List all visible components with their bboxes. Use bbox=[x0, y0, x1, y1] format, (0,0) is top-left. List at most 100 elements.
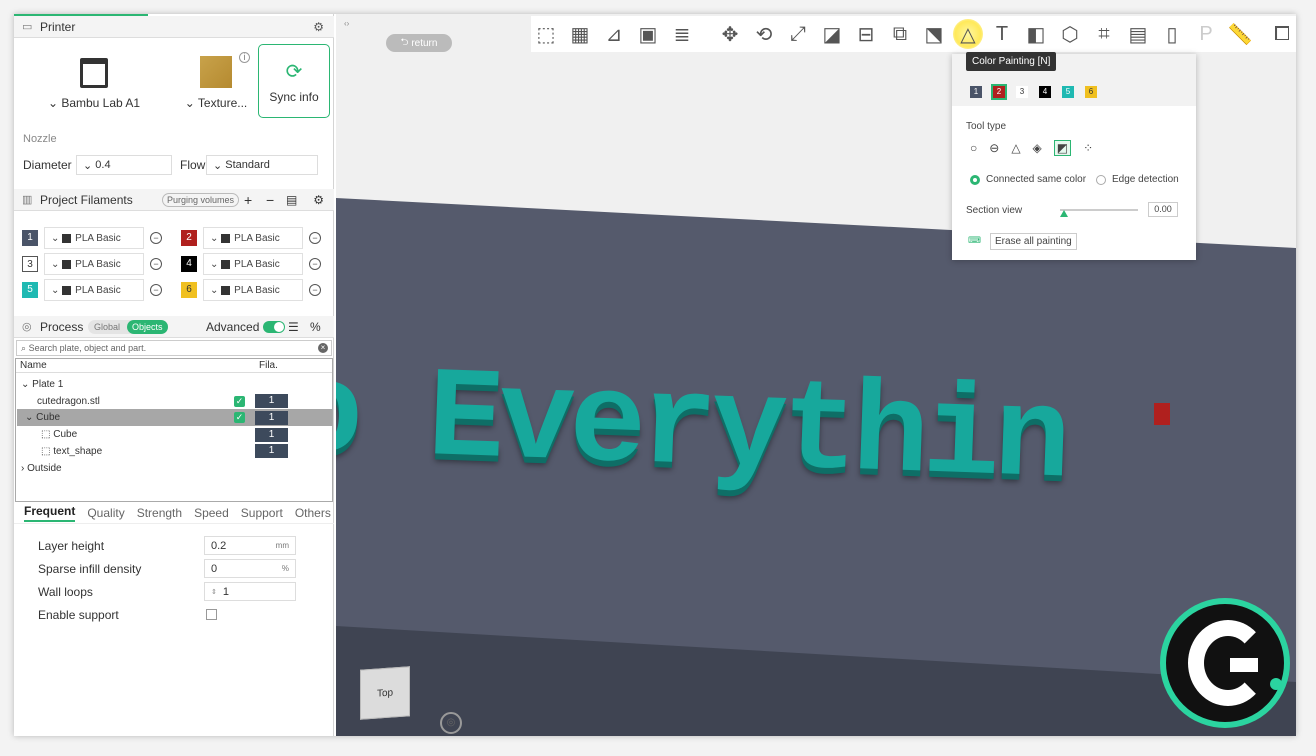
paint-color-swatch[interactable]: 2 bbox=[991, 84, 1007, 100]
assemble-view-icon[interactable]: ⧠ bbox=[1267, 19, 1296, 49]
tab-quality[interactable]: Quality bbox=[87, 506, 124, 520]
filament-item[interactable]: 5 ⌄ PLA Basic − bbox=[22, 279, 162, 301]
tree-row[interactable]: cutedragon.stl ✓ 1 bbox=[17, 393, 333, 410]
visible-checkbox[interactable]: ✓ bbox=[234, 395, 245, 407]
info-icon[interactable]: i bbox=[239, 52, 250, 63]
move-icon[interactable]: ✥ bbox=[715, 19, 745, 49]
edge-option[interactable]: Edge detection bbox=[1096, 174, 1179, 185]
filament-index[interactable]: 1 bbox=[255, 394, 288, 409]
filament-index[interactable]: 1 bbox=[255, 444, 288, 459]
tree-row[interactable]: ⬚ text_shape 1 bbox=[17, 443, 333, 460]
section-slider[interactable] bbox=[1060, 209, 1138, 211]
filament-select[interactable]: ⌄ PLA Basic bbox=[203, 279, 303, 301]
tab-support[interactable]: Support bbox=[241, 506, 283, 520]
remove-filament-icon[interactable]: − bbox=[150, 258, 162, 270]
paint-color-swatch[interactable]: 4 bbox=[1039, 86, 1051, 98]
filament-item[interactable]: 6 ⌄ PLA Basic − bbox=[181, 279, 321, 301]
infill-input[interactable]: 0% bbox=[204, 559, 296, 578]
gear-icon[interactable]: ⚙ bbox=[313, 20, 324, 34]
view-cube[interactable]: Top bbox=[360, 666, 410, 720]
tab-strength[interactable]: Strength bbox=[137, 506, 182, 520]
filament-index[interactable]: 1 bbox=[255, 427, 288, 442]
filament-item[interactable]: 4 ⌄ PLA Basic − bbox=[181, 253, 321, 275]
filament-select[interactable]: ⌄ PLA Basic bbox=[44, 279, 144, 301]
assembly-icon[interactable]: ⌗ bbox=[1089, 19, 1119, 49]
filament-number[interactable]: 2 bbox=[181, 230, 197, 246]
layer-height-input[interactable]: 0.2 mm bbox=[204, 536, 296, 555]
mesh-icon[interactable]: ▯ bbox=[1157, 19, 1187, 49]
color-painting-icon[interactable]: △ bbox=[953, 19, 983, 49]
filament-select[interactable]: ⌄ PLA Basic bbox=[44, 253, 144, 275]
stepper-icon[interactable]: ⇕ bbox=[211, 588, 217, 596]
filament-item[interactable]: 2 ⌄ PLA Basic − bbox=[181, 227, 321, 249]
purging-volumes-button[interactable]: Purging volumes bbox=[162, 192, 240, 207]
section-value-input[interactable]: 0.00 bbox=[1148, 202, 1178, 217]
lay-on-face-icon[interactable]: ◪ bbox=[817, 19, 847, 49]
cube-icon[interactable]: ⬡ bbox=[1055, 19, 1085, 49]
slider-handle[interactable] bbox=[1060, 210, 1068, 217]
grid-icon[interactable]: ▦ bbox=[565, 19, 595, 49]
tab-speed[interactable]: Speed bbox=[194, 506, 229, 520]
3d-viewport[interactable]: o Everythin ‹› ⮌ return ⬚ ▦ ⊿ ▣ ≣ ✥ ⟲ ⤢ … bbox=[336, 14, 1296, 736]
tree-row[interactable]: ⬚ Cube 1 bbox=[17, 426, 333, 443]
filament-index[interactable]: 1 bbox=[255, 410, 288, 425]
scale-icon[interactable]: ⤢ bbox=[783, 19, 813, 49]
filament-number[interactable]: 4 bbox=[181, 256, 197, 272]
percent-icon[interactable]: % bbox=[310, 320, 321, 334]
text-icon[interactable]: T bbox=[987, 19, 1017, 49]
walls-input[interactable]: ⇕ 1 bbox=[204, 582, 296, 601]
list-icon[interactable]: ☰ bbox=[288, 320, 299, 334]
tree-row[interactable]: › Outside bbox=[17, 460, 333, 477]
boolean-icon[interactable]: ⧉ bbox=[885, 19, 915, 49]
collapse-icon[interactable]: ‹› bbox=[344, 19, 349, 28]
remove-filament-icon[interactable]: − bbox=[150, 232, 162, 244]
tab-frequent[interactable]: Frequent bbox=[24, 504, 76, 522]
filament-number[interactable]: 1 bbox=[22, 230, 38, 246]
tree-row[interactable]: ⌄ Plate 1 bbox=[17, 376, 333, 393]
rotate-icon[interactable]: ⟲ bbox=[749, 19, 779, 49]
remove-filament-icon[interactable]: − bbox=[309, 258, 321, 270]
paint-color-swatch[interactable]: 6 bbox=[1085, 86, 1097, 98]
seam-icon[interactable]: ◧ bbox=[1021, 19, 1051, 49]
circle-tool-icon[interactable]: ○ bbox=[970, 141, 977, 155]
sphere-tool-icon[interactable]: ⊖ bbox=[989, 141, 999, 155]
add-object-icon[interactable]: ⬚ bbox=[531, 19, 561, 49]
cut-icon[interactable]: ⊟ bbox=[851, 19, 881, 49]
filament-select[interactable]: ⌄ PLA Basic bbox=[203, 227, 303, 249]
search-input[interactable]: Search plate, object and part. bbox=[29, 343, 147, 353]
remove-filament-icon[interactable]: − bbox=[309, 284, 321, 296]
edge-radio[interactable] bbox=[1096, 174, 1106, 185]
add-icon[interactable]: + bbox=[244, 192, 252, 208]
filament-sync-icon[interactable]: ▤ bbox=[286, 193, 297, 207]
filament-gear-icon[interactable]: ⚙ bbox=[313, 193, 324, 207]
filament-number[interactable]: 3 bbox=[22, 256, 38, 272]
remove-filament-icon[interactable]: − bbox=[150, 284, 162, 296]
plate-icon[interactable]: P bbox=[1191, 19, 1221, 49]
keyboard-icon[interactable]: ⌨ bbox=[968, 235, 981, 246]
slice-icon[interactable]: ▤ bbox=[1123, 19, 1153, 49]
search-box[interactable]: ⌕ Search plate, object and part. × bbox=[16, 340, 332, 356]
erase-all-button[interactable]: Erase all painting bbox=[990, 233, 1077, 250]
filament-item[interactable]: 1 ⌄ PLA Basic − bbox=[22, 227, 162, 249]
connected-radio[interactable] bbox=[970, 174, 980, 185]
objects-toggle[interactable]: Objects bbox=[127, 319, 168, 334]
layers-icon[interactable]: ≣ bbox=[667, 19, 697, 49]
diameter-select[interactable]: ⌄ 0.4 bbox=[76, 155, 172, 175]
gap-fill-tool-icon[interactable]: ⁘ bbox=[1083, 141, 1093, 155]
filament-select[interactable]: ⌄ PLA Basic bbox=[44, 227, 144, 249]
triangle-tool-icon[interactable]: △ bbox=[1011, 141, 1020, 155]
clear-search-icon[interactable]: × bbox=[318, 343, 328, 353]
filament-number[interactable]: 6 bbox=[181, 282, 197, 298]
fill-tool-icon[interactable]: ◩ bbox=[1053, 140, 1072, 156]
plate-select[interactable]: ⌄ Texture... i bbox=[176, 44, 256, 118]
filament-select[interactable]: ⌄ PLA Basic bbox=[203, 253, 303, 275]
tab-others[interactable]: Others bbox=[295, 506, 331, 520]
minus-icon[interactable]: − bbox=[266, 192, 274, 208]
printer-select[interactable]: ⌄ Bambu Lab A1 bbox=[14, 44, 174, 118]
arrange-icon[interactable]: ▣ bbox=[633, 19, 663, 49]
height-range-tool-icon[interactable]: ◈ bbox=[1033, 141, 1042, 155]
paint-color-swatch[interactable]: 3 bbox=[1016, 86, 1028, 98]
return-button[interactable]: ⮌ return bbox=[386, 34, 452, 52]
flow-select[interactable]: ⌄ Standard bbox=[206, 155, 318, 175]
remove-filament-icon[interactable]: − bbox=[309, 232, 321, 244]
